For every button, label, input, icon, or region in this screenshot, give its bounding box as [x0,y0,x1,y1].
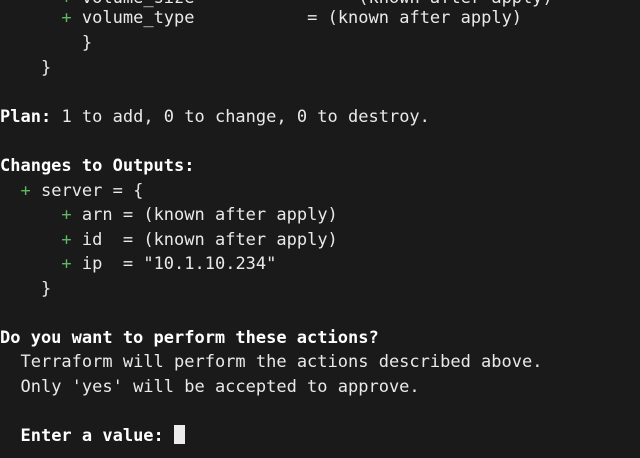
plus-marker: + [61,8,72,28]
plus-marker: + [61,254,72,274]
volume-type-line: + volume_type = (known after apply) [0,6,522,30]
explanation-line-2: Only 'yes' will be accepted to approve. [20,377,420,397]
server-close-brace: } [40,279,52,299]
plan-label: Plan: [0,107,52,127]
server-output-line: + server = { [0,179,143,203]
plus-marker: + [20,181,31,201]
confirmation-question: Do you want to perform these actions? [0,328,379,348]
explanation-line-1: Terraform will perform the actions descr… [20,352,543,372]
output-arn-text: arn = (known after apply) [81,205,338,225]
output-id-line: + id = (known after apply) [0,228,338,252]
output-arn-line: + arn = (known after apply) [0,203,338,227]
outer-close-brace: } [40,58,52,78]
input-prompt-label: Enter a value: [20,426,164,446]
output-ip-text: ip = "10.1.10.234" [81,254,277,274]
plus-marker: + [61,205,72,225]
plus-marker: + [61,230,72,250]
volume-type-value: = (known after apply) [307,8,523,28]
server-output-text: server = { [40,181,144,201]
inner-close-brace: } [81,33,93,53]
plan-summary: Plan: 1 to add, 0 to change, 0 to destro… [0,105,430,129]
outputs-header: Changes to Outputs: [0,156,195,176]
plan-text: 1 to add, 0 to change, 0 to destroy. [61,107,430,127]
input-prompt-line[interactable]: Enter a value: [0,424,186,448]
output-ip-line: + ip = "10.1.10.234" [0,252,276,276]
output-id-text: id = (known after apply) [81,230,338,250]
text-cursor[interactable] [174,425,186,444]
terminal-window[interactable]: + volume_size (known after apply) + volu… [0,0,640,458]
volume-type-key: volume_type [81,8,195,28]
